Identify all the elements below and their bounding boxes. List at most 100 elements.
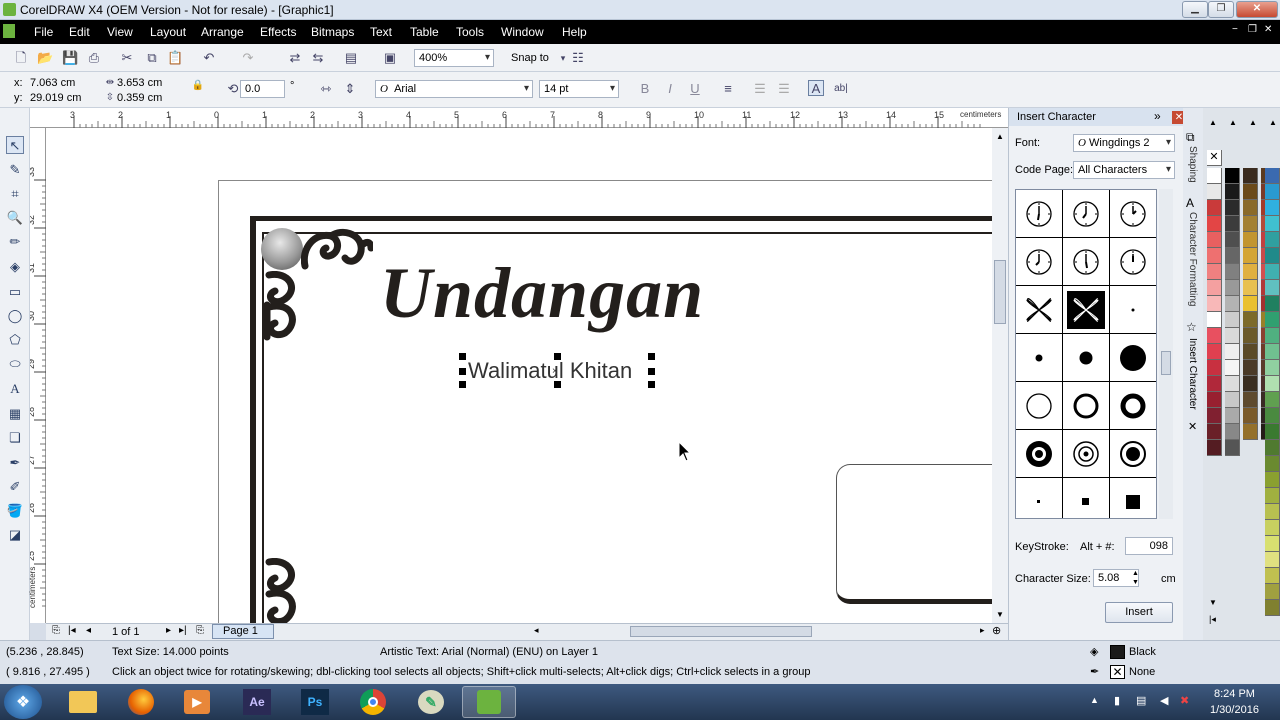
redo-icon[interactable]: ↷	[240, 50, 256, 66]
color-swatch[interactable]	[1207, 200, 1222, 216]
tab-shaping[interactable]: Shaping	[1187, 146, 1198, 183]
pick-tool-icon[interactable]: ↖	[6, 136, 24, 154]
color-swatch[interactable]	[1265, 408, 1280, 424]
zoom-tool-icon[interactable]: 🔍	[6, 209, 24, 227]
menu-table[interactable]: Table	[410, 25, 439, 39]
color-swatch[interactable]	[1265, 280, 1280, 296]
palette-expand-icon[interactable]: |◂	[1209, 614, 1216, 625]
left-corner-ornament[interactable]	[259, 271, 303, 341]
bullet-list-icon[interactable]: ☰	[752, 81, 768, 97]
application-launcher-icon[interactable]: ▤	[343, 50, 359, 66]
color-swatch[interactable]	[1265, 216, 1280, 232]
fill-tool-icon[interactable]: 🪣	[6, 502, 24, 520]
color-swatch[interactable]	[1243, 328, 1258, 344]
character-grid[interactable]	[1015, 189, 1157, 519]
selection-handle-br[interactable]	[648, 381, 655, 388]
paste-icon[interactable]: 📋	[167, 50, 183, 66]
copy-icon[interactable]: ⧉	[144, 50, 160, 66]
color-swatch[interactable]	[1207, 376, 1222, 392]
color-swatch[interactable]	[1225, 408, 1240, 424]
color-swatch[interactable]	[1265, 312, 1280, 328]
glyph-square-small-icon[interactable]	[1063, 478, 1110, 518]
shaping-tab-icon[interactable]: ⧉	[1186, 130, 1195, 145]
glyph-clock-icon[interactable]	[1110, 238, 1156, 286]
interactive-fill-tool-icon[interactable]: ◪	[6, 526, 24, 544]
taskbar-photoshop-icon[interactable]: Ps	[288, 686, 342, 718]
menu-window[interactable]: Window	[501, 25, 544, 39]
no-color-swatch[interactable]: ✕	[1207, 150, 1222, 166]
color-swatch[interactable]	[1243, 312, 1258, 328]
doc-restore-icon[interactable]: ❐	[1248, 24, 1257, 35]
new-document-icon[interactable]: 🗋	[13, 50, 29, 66]
docker-font-select[interactable]: O Wingdings 2	[1073, 134, 1175, 152]
polygon-tool-icon[interactable]: ⬠	[6, 331, 24, 349]
color-swatch[interactable]	[1243, 248, 1258, 264]
taskbar-coreldraw-icon[interactable]	[462, 686, 516, 718]
color-swatch[interactable]	[1265, 552, 1280, 568]
char-format-tab-icon[interactable]: A	[1186, 196, 1194, 210]
glyph-bullseye-dot-icon[interactable]	[1063, 430, 1110, 478]
menu-arrange[interactable]: Arrange	[201, 25, 244, 39]
close-button[interactable]: ✕	[1236, 1, 1278, 18]
color-swatch[interactable]	[1243, 296, 1258, 312]
color-swatch[interactable]	[1207, 296, 1222, 312]
color-swatch[interactable]	[1225, 328, 1240, 344]
keystroke-field[interactable]: 098	[1125, 537, 1173, 555]
menu-text[interactable]: Text	[370, 25, 392, 39]
color-swatch[interactable]	[1207, 440, 1222, 456]
selection-handle-mr[interactable]	[648, 368, 655, 375]
color-swatch[interactable]	[1207, 168, 1222, 184]
font-list-select[interactable]: O Arial	[375, 80, 533, 98]
color-swatch[interactable]	[1265, 504, 1280, 520]
scroll-down-icon[interactable]: ▼	[996, 610, 1004, 619]
crop-tool-icon[interactable]: ⌗	[6, 185, 24, 203]
palette4-scroll-up-icon[interactable]: ▲	[1269, 118, 1277, 127]
palette2-scroll-up-icon[interactable]: ▲	[1229, 118, 1237, 127]
horizontal-scroll-thumb[interactable]	[630, 626, 812, 637]
snap-to-button[interactable]: Snap to	[511, 52, 549, 64]
selection-handle-tr[interactable]	[648, 353, 655, 360]
tab-insert-character[interactable]: Insert Character	[1187, 338, 1198, 410]
color-swatch[interactable]	[1225, 264, 1240, 280]
color-swatch[interactable]	[1265, 536, 1280, 552]
char-grid-scrollbar[interactable]	[1159, 189, 1173, 519]
side-tab-close-icon[interactable]: ✕	[1188, 420, 1197, 433]
color-swatch[interactable]	[1265, 264, 1280, 280]
last-page-icon[interactable]: ▸|	[179, 625, 187, 636]
subtitle-text-walimatul-khitan[interactable]: Walimatul Khitan	[468, 358, 632, 384]
minimize-button[interactable]: ▁	[1182, 1, 1208, 18]
color-swatch[interactable]	[1243, 344, 1258, 360]
previous-page-icon[interactable]: ◂	[86, 625, 91, 636]
font-size-select[interactable]: 14 pt	[539, 80, 619, 98]
import-icon[interactable]: ⇄	[287, 50, 303, 66]
freehand-tool-icon[interactable]: ✏	[6, 233, 24, 251]
menu-file[interactable]: File	[34, 25, 53, 39]
add-page-after-icon[interactable]: ⎘	[196, 625, 204, 636]
tray-date[interactable]: 1/30/2016	[1210, 704, 1259, 716]
color-swatch[interactable]	[1243, 376, 1258, 392]
y-position-field[interactable]: 29.019 cm	[26, 90, 96, 108]
tray-network-icon[interactable]: ▤	[1136, 694, 1146, 707]
color-swatch[interactable]	[1243, 360, 1258, 376]
color-swatch[interactable]	[1207, 360, 1222, 376]
color-swatch[interactable]	[1265, 392, 1280, 408]
mirror-vertical-icon[interactable]: ⇕	[342, 81, 358, 97]
save-icon[interactable]: 💾	[62, 50, 78, 66]
horizontal-ruler[interactable]: 3 2 1 0 1 2 3 4 5 6 7 8 9 10 11 12 13 14 15 centimeters	[30, 108, 1008, 128]
ellipse-tool-icon[interactable]: ◯	[6, 307, 24, 325]
eyedropper-tool-icon[interactable]: ✒	[6, 454, 24, 472]
text-align-icon[interactable]: ≡	[720, 81, 736, 97]
insert-char-tab-icon[interactable]: ☆	[1186, 320, 1197, 334]
palette3-scroll-up-icon[interactable]: ▲	[1249, 118, 1257, 127]
color-swatch[interactable]	[1207, 312, 1222, 328]
shape-tool-icon[interactable]: ✎	[6, 161, 24, 179]
text-tool-icon[interactable]: A	[6, 380, 24, 398]
color-swatch[interactable]	[1225, 184, 1240, 200]
color-swatch[interactable]	[1265, 584, 1280, 600]
top-corner-ornament[interactable]	[301, 228, 373, 270]
document-icon[interactable]	[3, 24, 15, 38]
outline-pen-tool-icon[interactable]: ✐	[6, 478, 24, 496]
color-swatch[interactable]	[1265, 520, 1280, 536]
doc-minimize-icon[interactable]: −	[1232, 24, 1238, 35]
start-button[interactable]: ❖	[4, 685, 42, 719]
